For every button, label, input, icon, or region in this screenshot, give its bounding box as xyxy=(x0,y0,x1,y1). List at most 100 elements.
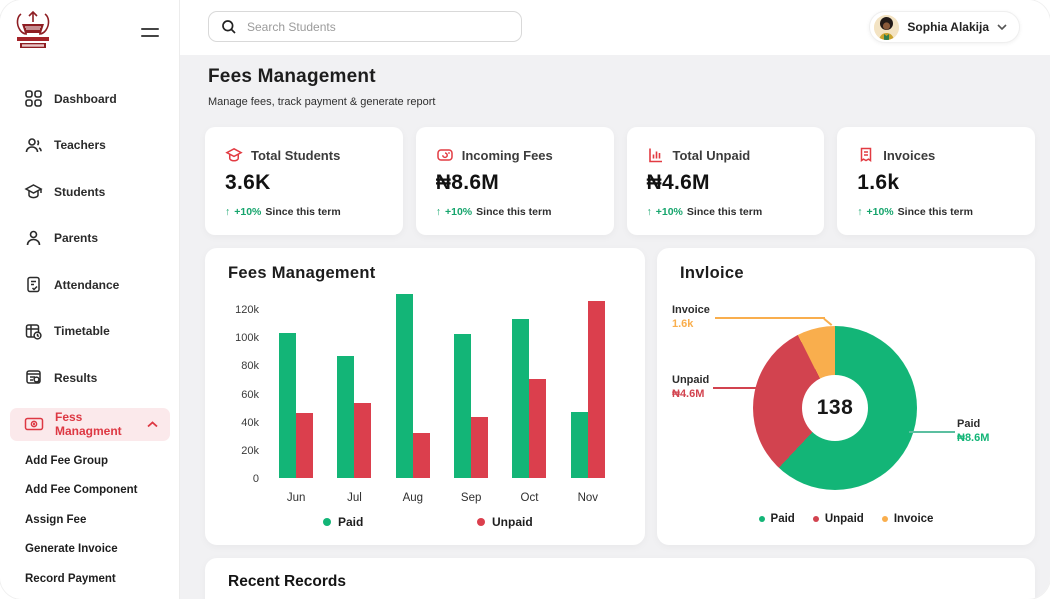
x-axis-label: Jun xyxy=(267,492,325,504)
graduation-cap-icon xyxy=(225,146,243,164)
stat-delta-pct: +10% xyxy=(867,206,894,218)
stat-card-total-students[interactable]: Total Students 3.6K ↑+10%Since this term xyxy=(205,127,403,235)
paid-bar-aug[interactable] xyxy=(396,294,413,478)
stat-label: Invoices xyxy=(883,148,935,163)
unpaid-leader-line xyxy=(713,387,757,389)
legend-item-unpaid[interactable]: Unpaid xyxy=(477,515,533,529)
invoice-donut-card: Invloice 138 Invoice 1.6k Unpaid ₦4.6M P… xyxy=(657,248,1035,545)
bar-group-sep: Sep xyxy=(442,288,500,478)
legend-item-unpaid[interactable]: Unpaid xyxy=(813,513,864,525)
page-subtitle: Manage fees, track payment & generate re… xyxy=(208,96,435,108)
legend-item-invoice[interactable]: Invoice xyxy=(882,513,934,525)
fees-submenu: Add Fee Group Add Fee Component Assign F… xyxy=(0,446,180,594)
unpaid-bar-sep[interactable] xyxy=(471,417,488,478)
donut-chart-title: Invloice xyxy=(680,264,744,283)
stat-delta-note: Since this term xyxy=(265,206,340,218)
bar-group-nov: Nov xyxy=(559,288,617,478)
chevron-down-icon xyxy=(997,24,1007,30)
submenu-assign-fee[interactable]: Assign Fee xyxy=(0,505,180,535)
graduation-cap-icon xyxy=(24,182,43,201)
teachers-icon xyxy=(24,136,43,155)
attendance-doc-icon xyxy=(24,275,43,294)
submenu-record-payment[interactable]: Record Payment xyxy=(0,564,180,594)
bar-group-oct: Oct xyxy=(500,288,558,478)
stat-label: Total Students xyxy=(251,148,340,163)
stat-value: 1.6k xyxy=(857,171,1015,195)
main-content: Fees Management Manage fees, track payme… xyxy=(180,55,1050,599)
sidebar-item-label: Dashboard xyxy=(54,92,117,106)
stat-value: ₦4.6M xyxy=(647,171,805,195)
user-menu[interactable]: Sophia Alakija xyxy=(869,11,1020,43)
y-axis-tick: 80k xyxy=(211,360,259,372)
sidebar-item-fees-management[interactable]: Fess Managment xyxy=(10,408,170,441)
paid-bar-jul[interactable] xyxy=(337,356,354,478)
stat-card-incoming-fees[interactable]: Incoming Fees ₦8.6M ↑+10%Since this term xyxy=(416,127,614,235)
stat-delta-note: Since this term xyxy=(476,206,551,218)
bar-chart-title: Fees Management xyxy=(228,264,376,283)
avatar xyxy=(874,15,899,40)
timetable-icon xyxy=(24,322,43,341)
invoice-dot-icon xyxy=(882,516,888,522)
stat-cards-row: Total Students 3.6K ↑+10%Since this term… xyxy=(205,127,1035,235)
sidebar-item-attendance[interactable]: Attendance xyxy=(0,268,180,301)
person-icon xyxy=(24,229,43,248)
sidebar: Dashboard Teachers Students Parents Atte… xyxy=(0,0,180,599)
unpaid-bar-nov[interactable] xyxy=(588,301,605,478)
bar-group-jun: Jun xyxy=(267,288,325,478)
bar-group-jul: Jul xyxy=(325,288,383,478)
sidebar-item-students[interactable]: Students xyxy=(0,175,180,208)
stat-card-invoices[interactable]: Invoices 1.6k ↑+10%Since this term xyxy=(837,127,1035,235)
sidebar-item-label: Students xyxy=(54,185,105,199)
submenu-generate-invoice[interactable]: Generate Invoice xyxy=(0,535,180,565)
stat-delta-pct: +10% xyxy=(445,206,472,218)
donut-center-value: 138 xyxy=(802,375,868,441)
submenu-add-fee-group[interactable]: Add Fee Group xyxy=(0,446,180,476)
paid-dot-icon xyxy=(323,518,331,526)
callout-unpaid: Unpaid ₦4.6M xyxy=(672,374,709,400)
up-arrow-icon: ↑ xyxy=(225,206,230,218)
paid-bar-nov[interactable] xyxy=(571,412,588,478)
up-arrow-icon: ↑ xyxy=(647,206,652,218)
legend-item-paid[interactable]: Paid xyxy=(759,513,795,525)
y-axis-tick: 40k xyxy=(211,417,259,429)
stat-delta-pct: +10% xyxy=(656,206,683,218)
unpaid-bar-oct[interactable] xyxy=(529,379,546,478)
paid-leader-line xyxy=(909,431,955,433)
invoice-leader-line xyxy=(715,317,825,319)
bar-chart-plot[interactable]: JunJulAugSepOctNov xyxy=(267,288,617,478)
sidebar-item-timetable[interactable]: Timetable xyxy=(0,315,180,348)
submenu-add-fee-component[interactable]: Add Fee Component xyxy=(0,476,180,506)
sidebar-item-label: Teachers xyxy=(54,138,106,152)
sidebar-item-label: Timetable xyxy=(54,324,110,338)
unpaid-dot-icon xyxy=(813,516,819,522)
unpaid-dot-icon xyxy=(477,518,485,526)
stat-delta-note: Since this term xyxy=(687,206,762,218)
sidebar-item-label: Fess Managment xyxy=(55,410,125,438)
menu-toggle-icon[interactable] xyxy=(141,28,159,40)
unpaid-bar-jun[interactable] xyxy=(296,413,313,478)
x-axis-label: Oct xyxy=(500,492,558,504)
unpaid-bar-aug[interactable] xyxy=(413,433,430,478)
x-axis-label: Jul xyxy=(325,492,383,504)
recent-records-card[interactable]: Recent Records xyxy=(205,558,1035,599)
legend-item-paid[interactable]: Paid xyxy=(323,515,363,529)
callout-paid: Paid ₦8.6M xyxy=(957,418,989,444)
up-arrow-icon: ↑ xyxy=(436,206,441,218)
recent-records-title: Recent Records xyxy=(228,573,346,591)
sidebar-item-parents[interactable]: Parents xyxy=(0,222,180,255)
sidebar-item-label: Results xyxy=(54,371,97,385)
sidebar-item-dashboard[interactable]: Dashboard xyxy=(0,82,180,115)
paid-bar-oct[interactable] xyxy=(512,319,529,478)
sidebar-item-teachers[interactable]: Teachers xyxy=(0,129,180,162)
stat-card-total-unpaid[interactable]: Total Unpaid ₦4.6M ↑+10%Since this term xyxy=(627,127,825,235)
search-box[interactable] xyxy=(208,11,522,42)
search-input[interactable] xyxy=(247,20,487,34)
paid-bar-jun[interactable] xyxy=(279,333,296,478)
paid-bar-sep[interactable] xyxy=(454,334,471,478)
school-logo xyxy=(12,10,54,56)
sidebar-item-results[interactable]: Results xyxy=(0,361,180,394)
up-arrow-icon: ↑ xyxy=(857,206,862,218)
y-axis-tick: 120k xyxy=(211,304,259,316)
unpaid-bar-jul[interactable] xyxy=(354,403,371,478)
x-axis-label: Nov xyxy=(559,492,617,504)
